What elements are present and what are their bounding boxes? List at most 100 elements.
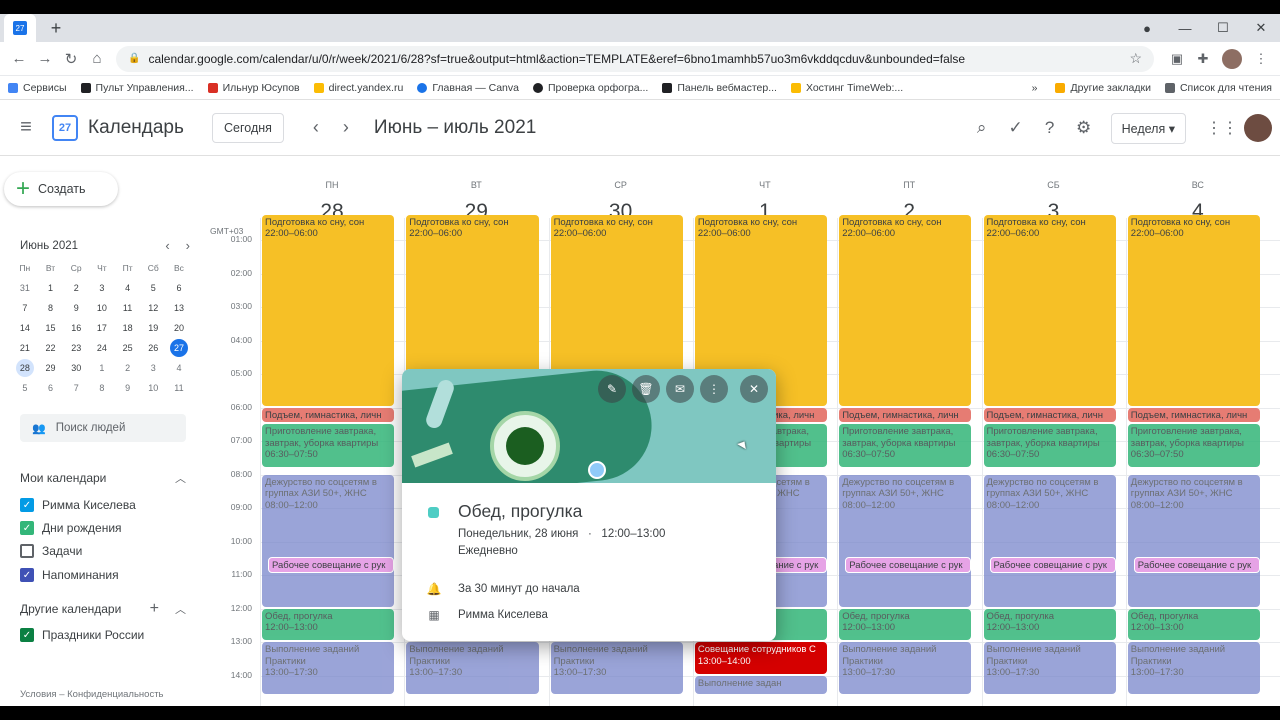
mini-day[interactable]: 24 xyxy=(89,338,115,358)
mini-day[interactable]: 26 xyxy=(140,338,166,358)
mini-day[interactable]: 15 xyxy=(38,318,64,338)
event-tasks[interactable]: Выполнение заданий Практики 13:00–17:30 xyxy=(550,642,683,694)
calendar-item-reminders[interactable]: ✓ Напоминания xyxy=(20,568,119,582)
event-meet[interactable]: Рабочее совещание с рук xyxy=(989,556,1116,574)
other-calendars-header[interactable]: Другие календари + ︿ xyxy=(20,600,186,618)
bookmark-0[interactable]: Сервисы xyxy=(8,82,67,94)
profile-icon[interactable]: ● xyxy=(1128,21,1166,36)
event-sleep[interactable]: Подготовка ко сну, сон 22:00–06:00 xyxy=(983,214,1116,406)
new-tab-icon[interactable]: + xyxy=(42,14,70,42)
event-meet[interactable]: Рабочее совещание с рук xyxy=(1133,556,1261,574)
bookmark-star-icon[interactable]: ☆ xyxy=(1129,50,1142,67)
event-wake[interactable]: Подъем, гимнастика, личн xyxy=(262,407,395,423)
more-bookmarks-icon[interactable]: » xyxy=(1032,82,1038,94)
mini-day[interactable]: 5 xyxy=(12,378,38,398)
mini-day[interactable]: 4 xyxy=(166,358,192,378)
chevron-up-icon[interactable]: ︿ xyxy=(175,601,186,617)
mini-day[interactable]: 9 xyxy=(115,378,141,398)
event-sleep[interactable]: Подготовка ко сну, сон 22:00–06:00 xyxy=(1127,214,1261,406)
mini-day[interactable]: 1 xyxy=(89,358,115,378)
mini-day[interactable]: 1 xyxy=(38,278,64,298)
checkbox-icon[interactable]: ✓ xyxy=(20,521,34,535)
event-tasks[interactable]: Выполнение заданий Практики 13:00–17:30 xyxy=(983,642,1116,694)
event-tasks[interactable]: Выполнение заданий Практики 13:00–17:30 xyxy=(1127,642,1261,694)
edit-pencil-icon[interactable]: ✎ xyxy=(598,375,626,403)
event-breakfast[interactable]: Приготовление завтрака, завтрак, уборка … xyxy=(839,424,972,468)
calendar-item-tasks[interactable]: Задачи xyxy=(20,544,82,558)
reload-icon[interactable]: ↻ xyxy=(58,50,84,68)
mini-day[interactable]: 19 xyxy=(140,318,166,338)
checkbox-icon[interactable]: ✓ xyxy=(20,628,34,642)
menu-dots-icon[interactable]: ⋮ xyxy=(1248,51,1274,67)
extension-icon[interactable]: ▣ xyxy=(1164,51,1190,67)
event-sleep[interactable]: Подготовка ко сну, сон 22:00–06:00 xyxy=(262,214,395,406)
event-meet[interactable]: Рабочее совещание с рук xyxy=(268,556,395,574)
event-lunch[interactable]: Обед, прогулка12:00–13:00 xyxy=(1127,608,1261,640)
event-breakfast[interactable]: Приготовление завтрака, завтрак, уборка … xyxy=(983,424,1116,468)
bookmark-2[interactable]: Ильнур Юсупов xyxy=(207,82,300,94)
maximize-icon[interactable]: ☐ xyxy=(1204,20,1242,36)
mini-day[interactable]: 21 xyxy=(12,338,38,358)
back-icon[interactable]: ← xyxy=(6,50,32,67)
event-tasks_partial[interactable]: Выполнение задан xyxy=(694,675,828,694)
mini-day[interactable]: 11 xyxy=(166,378,192,398)
mini-day[interactable]: 31 xyxy=(12,278,38,298)
my-calendars-header[interactable]: Мои календари ︿ xyxy=(20,470,186,486)
event-duty[interactable]: Дежурство по соцсетям в группах АЗИ 50+,… xyxy=(262,474,395,607)
minimize-icon[interactable]: — xyxy=(1166,21,1204,36)
prev-week-icon[interactable]: ‹ xyxy=(302,117,330,138)
mini-next-icon[interactable]: › xyxy=(186,238,190,253)
event-lunch[interactable]: Обед, прогулка12:00–13:00 xyxy=(839,608,972,640)
bookmark-1[interactable]: Пульт Управления... xyxy=(80,82,194,94)
forward-icon[interactable]: → xyxy=(32,50,58,67)
address-bar[interactable]: 🔒 calendar.google.com/calendar/u/0/r/wee… xyxy=(116,45,1154,72)
close-window-icon[interactable]: ✕ xyxy=(1242,20,1280,36)
mini-day[interactable]: 20 xyxy=(166,318,192,338)
chevron-up-icon[interactable]: ︿ xyxy=(175,470,186,486)
mini-day[interactable]: 23 xyxy=(63,338,89,358)
mini-day[interactable]: 7 xyxy=(63,378,89,398)
mini-day[interactable]: 10 xyxy=(140,378,166,398)
checkbox-icon[interactable] xyxy=(20,544,34,558)
mini-day[interactable]: 29 xyxy=(38,358,64,378)
event-duty[interactable]: Дежурство по соцсетям в группах АЗИ 50+,… xyxy=(1127,474,1261,607)
mini-prev-icon[interactable]: ‹ xyxy=(165,238,169,253)
mini-day[interactable]: 14 xyxy=(12,318,38,338)
home-icon[interactable]: ⌂ xyxy=(84,50,110,67)
mini-day[interactable]: 3 xyxy=(140,358,166,378)
delete-trash-icon[interactable]: 🗑 xyxy=(632,375,660,403)
mini-day[interactable]: 30 xyxy=(63,358,89,378)
more-options-icon[interactable]: ⋮ xyxy=(700,375,728,403)
calendar-item-birthdays[interactable]: ✓ Дни рождения xyxy=(20,521,122,535)
today-button[interactable]: Сегодня xyxy=(212,112,284,143)
event-breakfast[interactable]: Приготовление завтрака, завтрак, уборка … xyxy=(1127,424,1261,468)
puzzle-icon[interactable]: ✚ xyxy=(1190,51,1216,67)
event-meet[interactable]: Рабочее совещание с рук xyxy=(845,556,972,574)
mini-day[interactable]: 11 xyxy=(115,298,141,318)
mini-day[interactable]: 3 xyxy=(89,278,115,298)
user-avatar[interactable] xyxy=(1244,114,1272,142)
mini-day[interactable]: 6 xyxy=(166,278,192,298)
mini-day[interactable]: 22 xyxy=(38,338,64,358)
event-tasks[interactable]: Выполнение заданий Практики 13:00–17:30 xyxy=(262,642,395,694)
event-wake[interactable]: Подъем, гимнастика, личн xyxy=(1127,407,1261,423)
tasks-check-icon[interactable]: ✓ xyxy=(999,118,1033,138)
mini-day[interactable]: 16 xyxy=(63,318,89,338)
mini-day[interactable]: 17 xyxy=(89,318,115,338)
terms-privacy-link[interactable]: Условия – Конфиденциальность xyxy=(20,689,164,700)
mini-day[interactable]: 13 xyxy=(166,298,192,318)
main-menu-icon[interactable]: ≡ xyxy=(0,116,52,139)
reading-list[interactable]: Список для чтения xyxy=(1164,82,1272,94)
app-title[interactable]: Календарь xyxy=(88,117,200,139)
help-icon[interactable]: ? xyxy=(1033,118,1067,138)
mini-day[interactable]: 5 xyxy=(140,278,166,298)
event-lunch[interactable]: Обед, прогулка12:00–13:00 xyxy=(983,608,1116,640)
bookmark-5[interactable]: Проверка орфогра... xyxy=(532,82,648,94)
event-sleep[interactable]: Подготовка ко сну, сон 22:00–06:00 xyxy=(839,214,972,406)
other-bookmarks[interactable]: Другие закладки xyxy=(1055,82,1151,94)
calendar-item-rimma[interactable]: ✓ Римма Киселева xyxy=(20,498,136,512)
mini-day[interactable]: 9 xyxy=(63,298,89,318)
mini-day[interactable]: 8 xyxy=(89,378,115,398)
event-breakfast[interactable]: Приготовление завтрака, завтрак, уборка … xyxy=(262,424,395,468)
calendar-item-holidays[interactable]: ✓ Праздники России xyxy=(20,628,144,642)
